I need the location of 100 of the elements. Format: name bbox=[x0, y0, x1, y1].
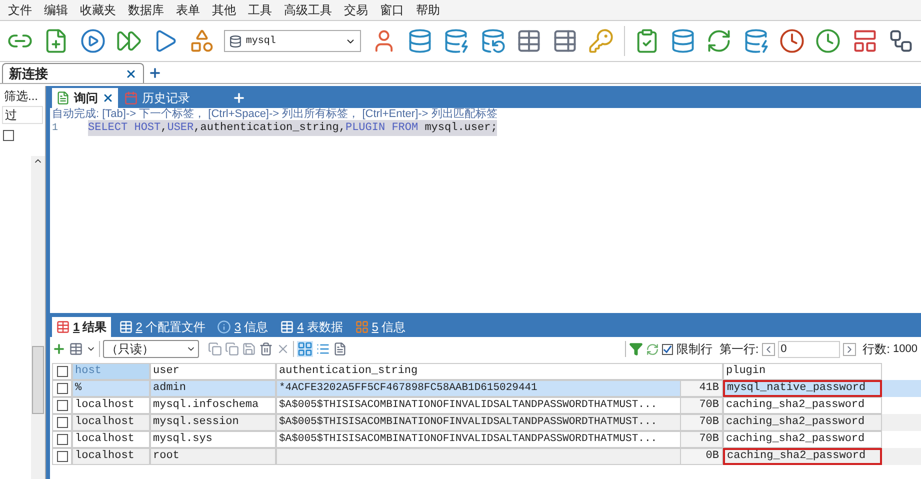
checkbox[interactable] bbox=[56, 400, 68, 411]
menu-item[interactable]: 数据库 bbox=[122, 1, 170, 19]
table-cell: root bbox=[150, 448, 276, 465]
line-number: 1 bbox=[51, 122, 60, 136]
table-cell: localhost bbox=[72, 448, 150, 465]
filter-icon[interactable] bbox=[629, 342, 644, 356]
checkbox[interactable] bbox=[3, 130, 14, 141]
scroll-thumb[interactable] bbox=[32, 346, 44, 414]
query-tab[interactable]: 历史记录 bbox=[120, 88, 194, 108]
table-icon[interactable] bbox=[69, 342, 83, 356]
menu-item[interactable]: 收藏夹 bbox=[74, 1, 122, 19]
database-icon bbox=[228, 34, 242, 48]
database-icon bbox=[406, 28, 433, 54]
database-select[interactable]: mysql bbox=[224, 30, 362, 52]
menu-item[interactable]: 表单 bbox=[170, 1, 206, 19]
menu-item[interactable]: 文件 bbox=[2, 1, 38, 19]
add-tab-icon[interactable] bbox=[148, 66, 162, 80]
menu-item[interactable]: 高级工具 bbox=[278, 1, 338, 19]
menu-item[interactable]: 交易 bbox=[338, 1, 374, 19]
result-tab[interactable]: 5 信息 bbox=[350, 317, 410, 337]
info-icon bbox=[217, 320, 232, 334]
table-cell: caching_sha2_password bbox=[723, 448, 882, 465]
table-cell: % bbox=[72, 380, 150, 397]
table-icon bbox=[118, 320, 133, 334]
list-view-icon[interactable] bbox=[316, 342, 330, 356]
menu-item[interactable]: 其他 bbox=[206, 1, 242, 19]
size-label: 0B bbox=[680, 449, 722, 464]
clock-icon bbox=[815, 28, 842, 54]
scrollbar[interactable] bbox=[31, 156, 45, 479]
size-label: 41B bbox=[680, 381, 722, 396]
previous-icon[interactable] bbox=[762, 342, 775, 356]
checkbox[interactable] bbox=[56, 434, 68, 445]
column-header[interactable]: user bbox=[150, 363, 276, 380]
save-icon[interactable] bbox=[242, 342, 256, 356]
result-tab[interactable]: 4 表数据 bbox=[276, 317, 347, 337]
database-icon bbox=[480, 28, 506, 54]
table-cell: caching_sha2_password bbox=[723, 397, 882, 414]
menu-item[interactable]: 窗口 bbox=[374, 1, 410, 19]
menu-item[interactable]: 帮助 bbox=[410, 1, 446, 19]
key-icon bbox=[588, 28, 614, 54]
close-icon[interactable] bbox=[125, 68, 137, 80]
column-header[interactable]: authentication_string bbox=[276, 363, 723, 380]
menu-item[interactable]: 工具 bbox=[242, 1, 278, 19]
text-view-icon[interactable] bbox=[333, 342, 347, 356]
table-cell: mysql.infoschema bbox=[150, 397, 276, 414]
calendar-icon bbox=[124, 91, 138, 105]
rows-label: 行数: bbox=[862, 341, 890, 358]
grid-view-icon[interactable] bbox=[297, 341, 313, 357]
check-icon bbox=[663, 344, 672, 354]
database-icon bbox=[443, 28, 470, 54]
table-cell: admin bbox=[150, 380, 276, 397]
table-icon bbox=[56, 320, 70, 334]
first-row-field[interactable]: 0 bbox=[778, 340, 840, 358]
table-icon bbox=[552, 28, 578, 54]
table-cell: localhost bbox=[72, 414, 150, 431]
table-cell-text: $A$005$THISISACOMBINATIONOFINVALIDSALTANDPASSWORDTHATMUST... bbox=[278, 398, 658, 413]
checkbox[interactable] bbox=[662, 344, 674, 354]
layout-icon bbox=[852, 28, 878, 54]
menu-item[interactable]: 编辑 bbox=[38, 1, 74, 19]
filter-field[interactable]: 过 bbox=[2, 106, 43, 124]
table-row[interactable]: % admin *4ACFE3202A5FF5CF467898FC58AAB1D615029441 41B mysql_native_password bbox=[52, 380, 921, 397]
checkbox[interactable] bbox=[56, 383, 68, 394]
table-cell: localhost bbox=[72, 431, 150, 448]
table-icon bbox=[280, 320, 294, 334]
result-tab[interactable]: 3 信息 bbox=[213, 317, 272, 337]
add-tab-icon[interactable] bbox=[232, 91, 246, 105]
connection-tab[interactable]: 新连接 bbox=[2, 63, 144, 83]
trash-icon[interactable] bbox=[259, 342, 273, 356]
copy-icon[interactable] bbox=[225, 342, 239, 356]
diagram-icon bbox=[888, 28, 914, 54]
size-label: 70B bbox=[680, 432, 722, 447]
limit-rows-label: 限制行 bbox=[676, 341, 712, 358]
checkbox[interactable] bbox=[56, 451, 68, 462]
copy-icon[interactable] bbox=[208, 342, 222, 356]
table-cell-text: $A$005$THISISACOMBINATIONOFINVALIDSALTANDPASSWORDTHATMUST... bbox=[278, 414, 658, 430]
table-cell: caching_sha2_password bbox=[723, 414, 882, 431]
table-row[interactable]: localhost mysql.session $A$005$THISISACOMBINATIONOFINVALIDSALTANDPASSWORDTHATMUST... 70B caching_sha2_password bbox=[52, 414, 921, 431]
database-icon bbox=[742, 28, 769, 54]
clock-icon bbox=[779, 28, 806, 54]
table-icon bbox=[516, 28, 542, 54]
checkbox[interactable] bbox=[56, 417, 68, 428]
database-icon bbox=[670, 28, 696, 54]
add-row-icon[interactable] bbox=[52, 342, 66, 356]
sql-code[interactable]: SELECT HOST,USER,authentication_string,PLUGIN FROM mysql.user; bbox=[88, 120, 498, 136]
checkbox[interactable] bbox=[56, 366, 68, 377]
close-icon[interactable] bbox=[102, 92, 114, 104]
table-cell-text: $A$005$THISISACOMBINATIONOFINVALIDSALTANDPASSWORDTHATMUST... bbox=[278, 432, 658, 447]
rows-field[interactable]: 1000 bbox=[893, 340, 919, 358]
shapes-icon bbox=[188, 28, 215, 54]
column-header[interactable]: plugin bbox=[723, 363, 882, 380]
result-tab[interactable]: 1 结果 bbox=[52, 317, 111, 337]
refresh-icon bbox=[706, 28, 732, 54]
next-icon[interactable] bbox=[842, 342, 856, 356]
table-cell-text: *4ACFE3202A5FF5CF467898FC58AAB1D615029441 bbox=[278, 380, 538, 396]
result-tab[interactable]: 2 个配置文件 bbox=[114, 317, 210, 337]
query-tab[interactable]: 询问 bbox=[52, 88, 118, 108]
table-row[interactable]: localhost root 0B caching_sha2_password bbox=[52, 448, 921, 465]
table-cell: caching_sha2_password bbox=[723, 431, 882, 448]
play-circle-icon bbox=[80, 28, 106, 54]
mode-select[interactable]: （只读） bbox=[103, 340, 199, 358]
